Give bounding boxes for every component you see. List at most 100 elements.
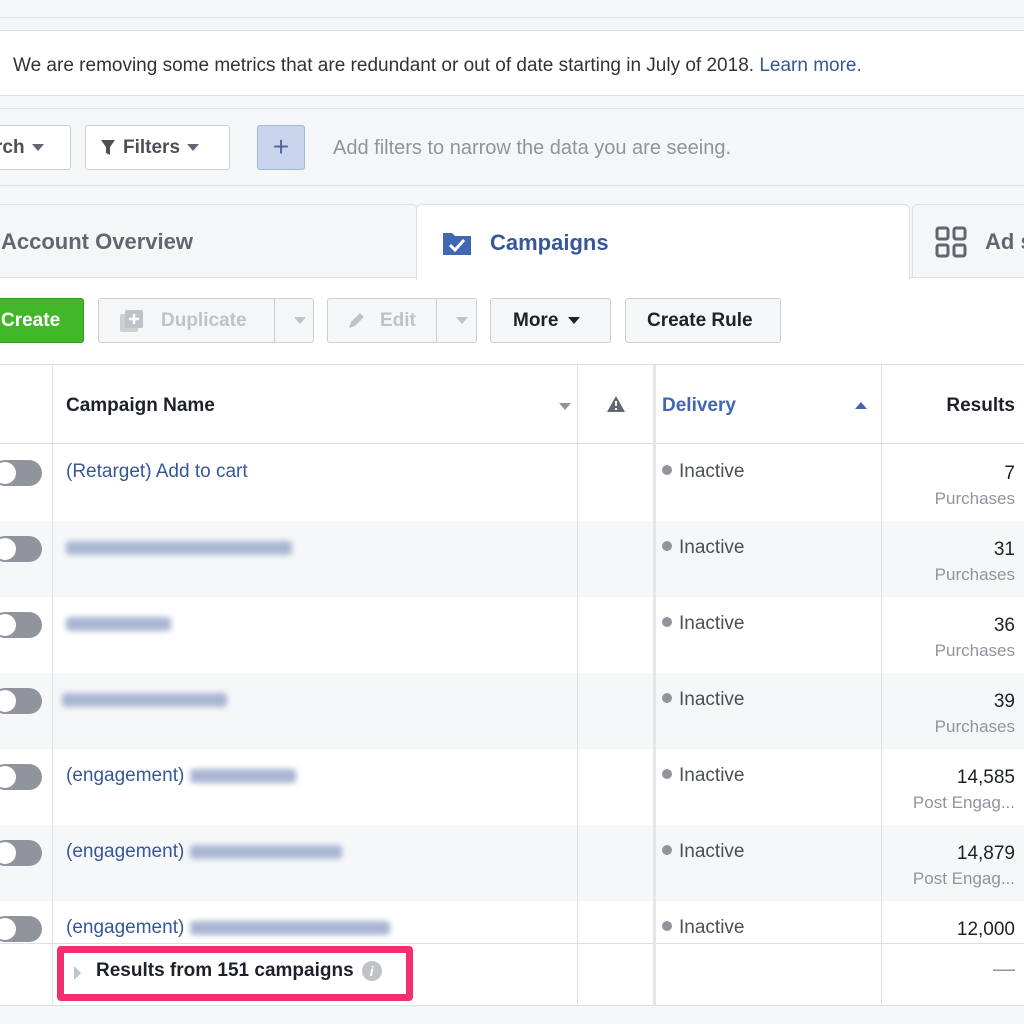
status-label: Inactive xyxy=(679,841,745,862)
sort-ascending-icon[interactable] xyxy=(855,402,867,409)
campaign-name-link[interactable]: (engagement) xyxy=(66,917,390,939)
campaign-toggle[interactable] xyxy=(0,840,42,866)
campaign-name-link[interactable] xyxy=(66,537,292,559)
caret-down-icon[interactable] xyxy=(294,317,306,324)
campaign-name-link[interactable]: (engagement) xyxy=(66,841,342,863)
table-row: (engagement) Inactive 14,585 Post Engag..… xyxy=(0,749,1024,825)
filter-bar: rch Filters + Add filters to narrow the … xyxy=(0,108,1024,186)
delivery-status: Inactive xyxy=(662,917,744,939)
learn-more-link[interactable]: Learn more. xyxy=(759,55,861,76)
more-label: More xyxy=(513,309,559,331)
tab-campaigns[interactable]: Campaigns xyxy=(416,204,910,280)
expand-triangle-icon[interactable] xyxy=(74,966,81,980)
tab-label: Account Overview xyxy=(1,228,193,254)
campaign-toggle[interactable] xyxy=(0,612,42,638)
create-label: Create xyxy=(1,309,61,331)
divider xyxy=(52,365,53,1005)
filter-hint: Add filters to narrow the data you are s… xyxy=(333,137,732,159)
campaign-name-link[interactable] xyxy=(62,689,227,711)
result-value: 31 xyxy=(993,539,1015,560)
redacted-name xyxy=(66,540,292,555)
column-results[interactable]: Results xyxy=(946,395,1015,417)
redacted-name xyxy=(189,768,296,783)
table-row: Inactive 31 Purchases xyxy=(0,521,1024,597)
status-label: Inactive xyxy=(679,613,745,634)
column-campaign-name[interactable]: Campaign Name xyxy=(66,395,215,417)
create-rule-button[interactable]: Create Rule xyxy=(625,298,781,343)
result-value: 39 xyxy=(993,691,1015,712)
pencil-icon xyxy=(349,312,364,328)
campaign-toggle[interactable] xyxy=(0,460,42,486)
duplicate-button[interactable]: Duplicate xyxy=(98,298,314,343)
result-type: Post Engag... xyxy=(912,793,1015,812)
top-strip xyxy=(0,0,1024,18)
status-label: Inactive xyxy=(679,689,745,710)
toolbar: Create Duplicate Edit More Create Rule xyxy=(0,278,1024,364)
filters-dropdown[interactable]: Filters xyxy=(85,125,230,170)
duplicate-label: Duplicate xyxy=(161,309,247,331)
caret-down-icon xyxy=(187,144,200,151)
delivery-status: Inactive xyxy=(662,765,744,787)
result-value: 14,879 xyxy=(956,843,1015,864)
grid-icon xyxy=(935,226,967,257)
divider xyxy=(577,365,578,1005)
result-type: Purchases xyxy=(934,717,1015,736)
campaign-name-link[interactable] xyxy=(66,613,171,635)
campaign-toggle[interactable] xyxy=(0,688,42,714)
status-dot-icon xyxy=(662,769,672,779)
search-dropdown[interactable]: rch xyxy=(0,125,71,170)
result-type: Purchases xyxy=(934,641,1015,660)
result-type: Purchases xyxy=(934,565,1015,584)
result-value: 7 xyxy=(1004,463,1015,484)
delivery-status: Inactive xyxy=(662,841,744,863)
results-cell: 36 Purchases xyxy=(935,613,1015,663)
campaign-name-link[interactable]: (Retarget) Add to cart xyxy=(66,461,248,483)
add-filter-button[interactable]: + xyxy=(257,125,305,170)
tab-ad-sets[interactable]: Ad s xyxy=(912,204,1024,278)
status-dot-icon xyxy=(662,693,672,703)
filters-label: Filters xyxy=(123,136,181,158)
more-button[interactable]: More xyxy=(490,298,611,343)
campaign-name-link[interactable]: (engagement) xyxy=(66,765,296,787)
divider xyxy=(881,365,882,1005)
redacted-name xyxy=(62,692,227,707)
results-cell: 31 Purchases xyxy=(935,537,1015,587)
status-dot-icon xyxy=(662,845,672,855)
tab-bar: Account Overview Campaigns Ad s xyxy=(0,200,1024,280)
status-label: Inactive xyxy=(679,765,745,786)
notice-text: We are removing some metrics that are re… xyxy=(13,55,755,76)
campaign-toggle[interactable] xyxy=(0,764,42,790)
info-icon[interactable]: i xyxy=(361,961,382,981)
status-dot-icon xyxy=(662,541,672,551)
caret-down-icon xyxy=(31,144,44,151)
tab-label: Campaigns xyxy=(490,229,609,255)
table-row: (Retarget) Add to cart Inactive 7 Purchas… xyxy=(0,445,1024,521)
divider xyxy=(436,299,437,342)
campaign-name-prefix: (engagement) xyxy=(66,765,185,786)
result-value: 36 xyxy=(993,615,1015,636)
campaign-toggle[interactable] xyxy=(0,536,42,562)
table-row: Inactive 36 Purchases xyxy=(0,597,1024,673)
campaigns-table: Campaign Name Delivery Results (Retarget… xyxy=(0,364,1024,1006)
campaign-name-prefix: (engagement) xyxy=(66,917,185,938)
edit-label: Edit xyxy=(380,309,416,331)
metrics-notice: We are removing some metrics that are re… xyxy=(0,30,1024,96)
tab-account-overview[interactable]: Account Overview xyxy=(0,204,418,278)
column-menu-icon[interactable] xyxy=(559,403,571,410)
delivery-status: Inactive xyxy=(662,689,744,711)
results-summary-highlight[interactable]: Results from 151 campaigns i xyxy=(57,946,413,1001)
status-label: Inactive xyxy=(679,461,745,482)
tab-label: Ad s xyxy=(985,228,1024,254)
table-footer: Results from 151 campaigns i — xyxy=(0,943,1024,1005)
campaign-toggle[interactable] xyxy=(0,916,42,942)
results-cell: 14,879 Post Engag... xyxy=(913,841,1015,891)
create-button[interactable]: Create xyxy=(0,298,84,343)
result-value: 14,585 xyxy=(956,767,1015,788)
delivery-status: Inactive xyxy=(662,537,744,559)
edit-button[interactable]: Edit xyxy=(327,298,477,343)
campaign-folder-icon xyxy=(443,232,471,255)
caret-down-icon[interactable] xyxy=(456,317,468,324)
column-delivery[interactable]: Delivery xyxy=(662,395,736,417)
table-row: (engagement) Inactive 14,879 Post Engag..… xyxy=(0,825,1024,901)
redacted-name xyxy=(189,920,390,935)
